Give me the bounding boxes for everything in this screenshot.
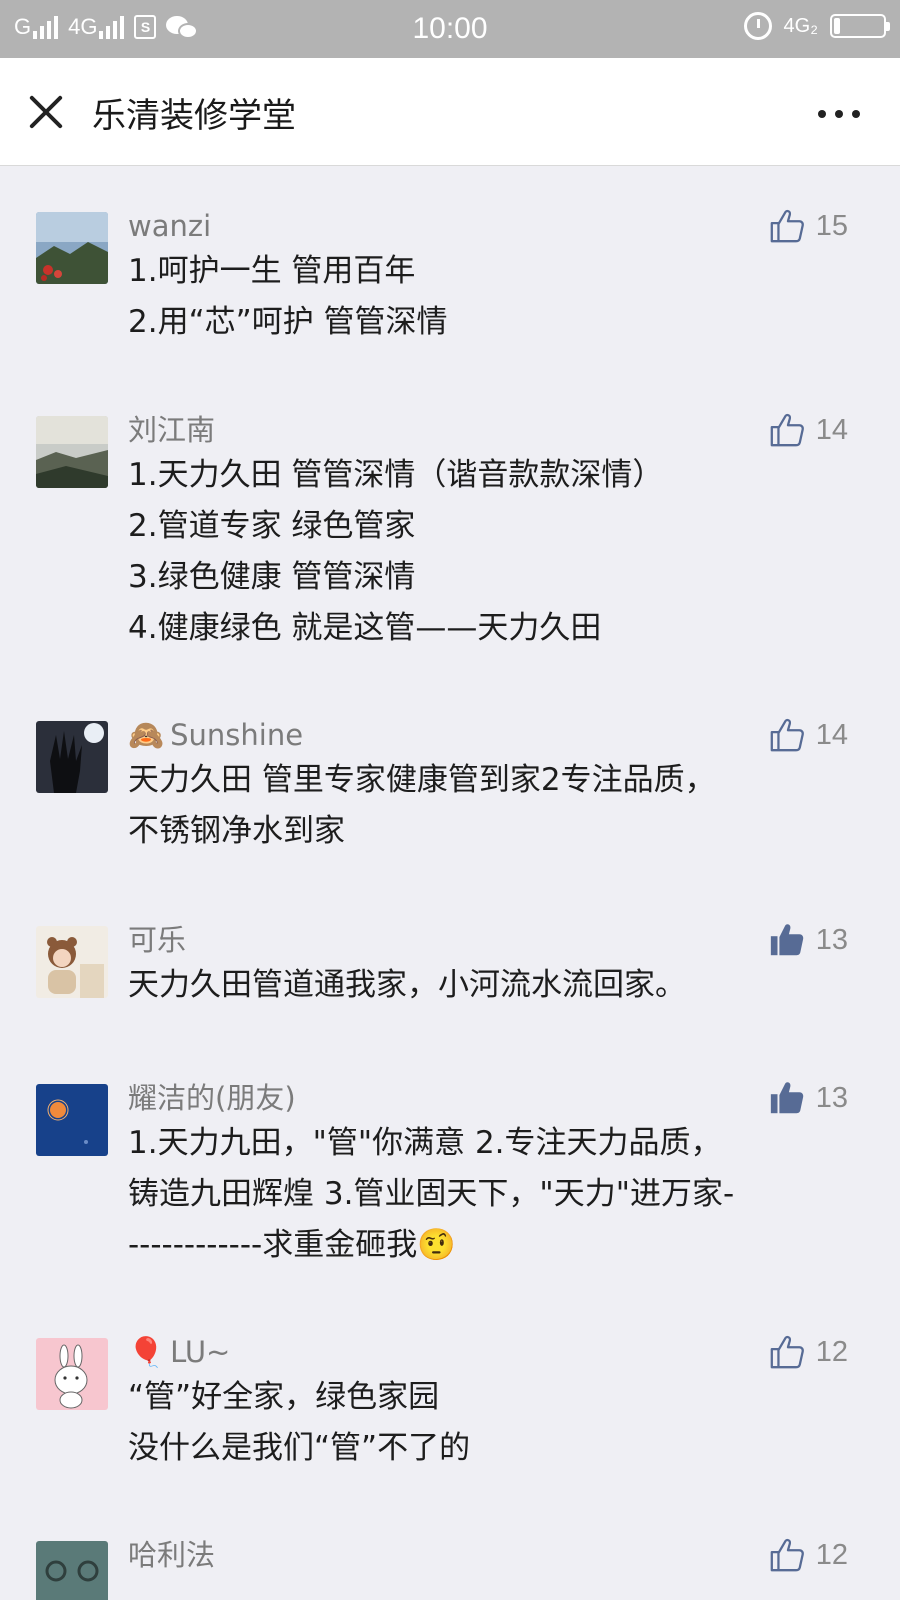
avatar-image <box>36 212 108 284</box>
like-button[interactable]: 12 <box>768 1330 848 1374</box>
nav-bar: 乐清装修学堂 <box>0 58 900 166</box>
thumbs-up-icon[interactable] <box>768 411 806 449</box>
avatar-image <box>36 1338 108 1410</box>
avatar[interactable] <box>36 721 108 793</box>
avatar[interactable] <box>36 1338 108 1410</box>
comment-line: 3.绿色健康 管管深情 <box>128 559 416 595</box>
comment-line: 铸造九田辉煌 3.管业固天下，"天力"进万家- <box>128 1176 735 1212</box>
thumbs-up-icon[interactable] <box>768 207 806 245</box>
comment-line: 1.呵护一生 管用百年 <box>128 253 416 289</box>
battery-icon <box>830 14 890 38</box>
thumbs-up-icon[interactable] <box>768 1536 806 1574</box>
like-count: 12 <box>815 1335 848 1368</box>
status-right: 4G₂ <box>743 12 890 40</box>
avatar[interactable] <box>36 1084 108 1156</box>
commenter-name[interactable]: 可乐 <box>128 920 860 960</box>
thumbs-up-icon[interactable] <box>768 1333 806 1371</box>
commenter-name[interactable]: 哈利法 <box>128 1535 860 1575</box>
avatar-image <box>36 1084 108 1156</box>
comment-line: 2.用“芯”呵护 管管深情 <box>128 304 448 340</box>
comment-body: wanzi 1.呵护一生 管用百年 2.用“芯”呵护 管管深情 <box>128 206 860 348</box>
comment-line: 天力久田管道通我家，小河流水流回家。 <box>128 967 686 1003</box>
comment-line: “管”好全家，绿色家园 <box>128 1379 440 1415</box>
comment-body: 可乐天力久田管道通我家，小河流水流回家。 <box>128 920 860 1011</box>
comment-text: 1.呵护一生 管用百年 2.用“芯”呵护 管管深情 <box>128 246 860 348</box>
comment-body: 🙈 Sunshine 天力久田 管里专家健康管到家2专注品质， 不锈钢净水到家 <box>128 715 860 857</box>
avatar-image <box>36 721 108 793</box>
avatar[interactable] <box>36 926 108 998</box>
commenter-name-text: wanzi <box>128 209 212 243</box>
avatar-image <box>36 1541 108 1600</box>
page-title: 乐清装修学堂 <box>92 96 296 136</box>
more-options-icon[interactable] <box>818 110 860 118</box>
like-button[interactable]: 12 <box>768 1533 848 1577</box>
comment-line: 4.健康绿色 就是这管——天力久田 <box>128 610 602 646</box>
like-button[interactable]: 14 <box>768 408 848 452</box>
like-count: 15 <box>815 209 848 242</box>
network-label: 4G₂ <box>783 14 818 37</box>
thumbs-up-filled-icon[interactable] <box>768 921 806 959</box>
thumbs-up-icon[interactable] <box>768 716 806 754</box>
commenter-name[interactable]: 刘江南 <box>128 410 860 450</box>
commenter-name[interactable]: wanzi <box>128 206 860 246</box>
commenter-name-text: 哈利法 <box>128 1538 216 1572</box>
comment-body: 🎈 LU~ “管”好全家，绿色家园 没什么是我们“管”不了的 <box>128 1332 860 1474</box>
comment-body: 哈利法 <box>128 1535 860 1575</box>
commenter-name[interactable]: 耀洁的(朋友) <box>128 1078 860 1118</box>
comment-text: “管”好全家，绿色家园 没什么是我们“管”不了的 <box>128 1372 860 1474</box>
like-count: 13 <box>815 1081 848 1114</box>
like-button[interactable]: 14 <box>768 713 848 757</box>
comment-line: 不锈钢净水到家 <box>128 813 345 849</box>
name-emoji: 🙈 <box>128 718 165 752</box>
like-button[interactable]: 13 <box>768 918 848 962</box>
avatar-image <box>36 416 108 488</box>
like-button[interactable]: 13 <box>768 1076 848 1120</box>
comment-line: 1.天力九田，"管"你满意 2.专注天力品质， <box>128 1125 722 1161</box>
commenter-name-text: LU~ <box>170 1335 231 1369</box>
avatar[interactable] <box>36 212 108 284</box>
like-count: 14 <box>815 413 848 446</box>
avatar[interactable] <box>36 416 108 488</box>
comment-text: 天力久田 管里专家健康管到家2专注品质， 不锈钢净水到家 <box>128 755 860 857</box>
avatar-image <box>36 926 108 998</box>
like-button[interactable]: 15 <box>768 204 848 248</box>
close-icon[interactable] <box>28 94 64 130</box>
comment-line: 2.管道专家 绿色管家 <box>128 508 416 544</box>
commenter-name-text: 可乐 <box>128 923 187 957</box>
commenter-name-text: Sunshine <box>170 718 304 752</box>
comment-line: ------------求重金砸我🤨 <box>128 1227 456 1263</box>
avatar[interactable] <box>36 1541 108 1600</box>
alarm-icon <box>743 12 772 40</box>
comment-line: 1.天力久田 管管深情（谐音款款深情） <box>128 457 664 493</box>
comment-text: 1.天力久田 管管深情（谐音款款深情） 2.管道专家 绿色管家 3.绿色健康 管管深… <box>128 450 860 654</box>
commenter-name-text: 耀洁的(朋友) <box>128 1081 296 1115</box>
comment-line: 没什么是我们“管”不了的 <box>128 1430 471 1466</box>
comment-body: 耀洁的(朋友) 1.天力九田，"管"你满意 2.专注天力品质， 铸造九田辉煌 3.管… <box>128 1078 860 1271</box>
comment-line: 天力久田 管里专家健康管到家2专注品质， <box>128 762 716 798</box>
commenter-name[interactable]: 🙈 Sunshine <box>128 715 860 755</box>
comment-body: 刘江南 1.天力久田 管管深情（谐音款款深情） 2.管道专家 绿色管家 3.绿色健康 … <box>128 410 860 654</box>
commenter-name[interactable]: 🎈 LU~ <box>128 1332 860 1372</box>
comment-text: 天力久田管道通我家，小河流水流回家。 <box>128 960 860 1011</box>
comment-text: 1.天力九田，"管"你满意 2.专注天力品质， 铸造九田辉煌 3.管业固天下，"天… <box>128 1118 860 1271</box>
name-emoji: 🎈 <box>128 1335 165 1369</box>
thumbs-up-filled-icon[interactable] <box>768 1079 806 1117</box>
like-count: 12 <box>815 1538 848 1571</box>
commenter-name-text: 刘江南 <box>128 413 216 447</box>
like-count: 14 <box>815 718 848 751</box>
status-bar: G 4G S 10:00 4G₂ <box>0 0 900 58</box>
like-count: 13 <box>815 923 848 956</box>
